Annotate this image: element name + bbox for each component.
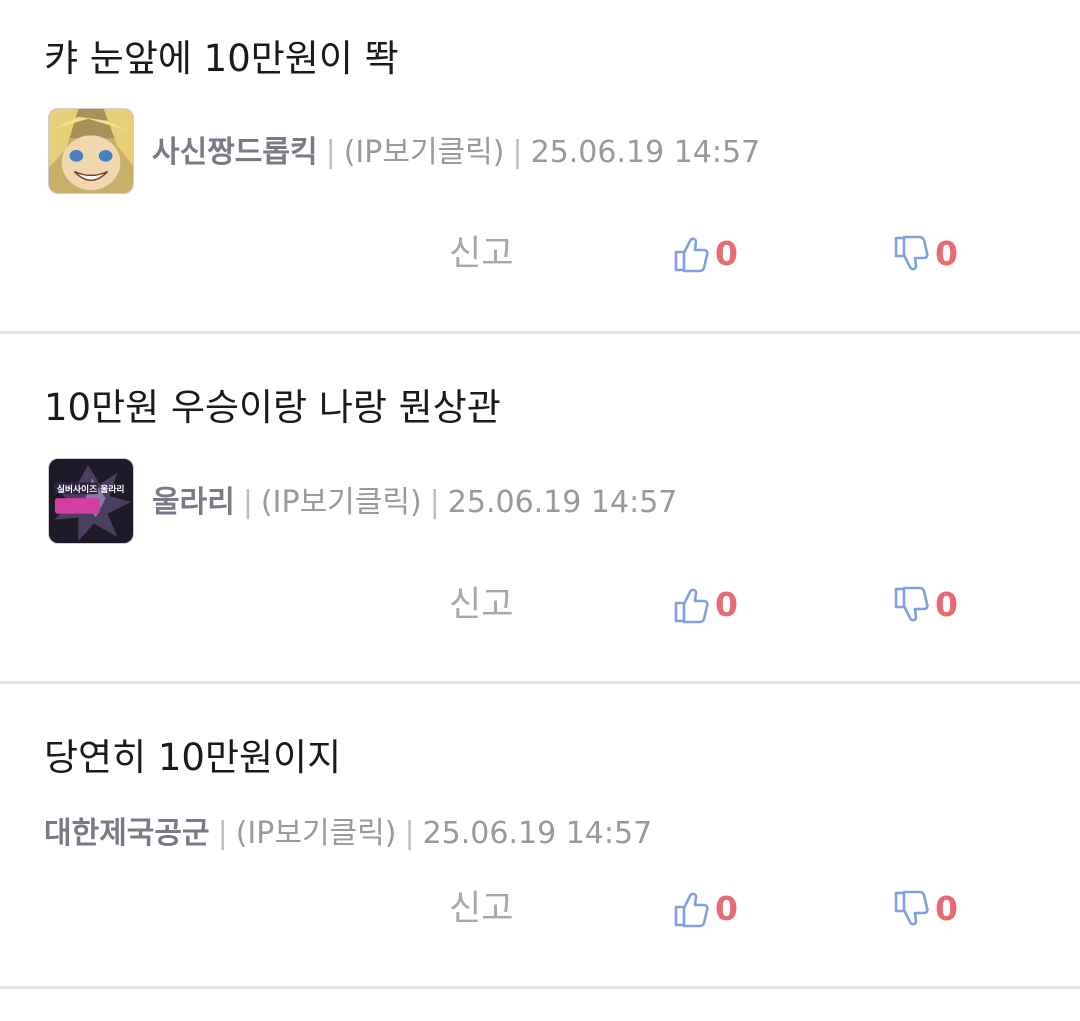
dislike-button[interactable]: 0	[893, 585, 958, 625]
report-button[interactable]: 신고	[449, 232, 513, 276]
like-count: 0	[715, 585, 738, 624]
comment-text: 당연히 10만원이지	[44, 736, 342, 779]
separator: |	[512, 135, 523, 170]
dislike-count: 0	[935, 585, 958, 624]
dislike-button[interactable]: 0	[893, 234, 958, 274]
separator: |	[429, 485, 440, 520]
dislike-count: 0	[935, 234, 958, 273]
comment-meta: 울라리 | (IP보기클릭) | 25.06.19 14:57	[152, 483, 677, 523]
divider	[0, 681, 1080, 684]
divider	[0, 986, 1080, 989]
separator: |	[404, 816, 415, 851]
thumbs-down-icon	[893, 234, 929, 274]
avatar-image	[49, 109, 133, 193]
nickname[interactable]: 사신짱드롭킥	[152, 135, 318, 170]
ip-link[interactable]: (IP보기클릭)	[344, 135, 505, 170]
ip-link[interactable]: (IP보기클릭)	[236, 816, 397, 851]
like-button[interactable]: 0	[673, 889, 738, 929]
separator: |	[242, 485, 253, 520]
thumbs-down-icon	[893, 889, 929, 929]
nickname[interactable]: 대한제국공군	[44, 816, 210, 851]
ip-link[interactable]: (IP보기클릭)	[261, 485, 422, 520]
avatar-image: 실버사이즈 울라리	[49, 459, 133, 543]
timestamp: 25.06.19 14:57	[530, 135, 761, 170]
avatar-text: 실버사이즈 울라리	[57, 483, 125, 495]
comment-meta: 사신짱드롭킥 | (IP보기클릭) | 25.06.19 14:57	[152, 133, 760, 173]
like-count: 0	[715, 889, 738, 928]
like-button[interactable]: 0	[673, 234, 738, 274]
like-button[interactable]: 0	[673, 585, 738, 625]
avatar[interactable]	[48, 108, 134, 194]
timestamp: 25.06.19 14:57	[422, 816, 653, 851]
comment-list: 캬 눈앞에 10만원이 똭 사신짱드롭킥 | (IP보기클릭) | 25.06.19 1…	[0, 0, 1080, 1021]
separator: |	[325, 135, 336, 170]
divider	[0, 331, 1080, 334]
thumbs-up-icon	[673, 585, 709, 625]
comment-text: 10만원 우승이랑 나랑 뭔상관	[44, 386, 501, 429]
dislike-button[interactable]: 0	[893, 889, 958, 929]
timestamp: 25.06.19 14:57	[447, 485, 678, 520]
thumbs-up-icon	[673, 234, 709, 274]
comment-text: 캬 눈앞에 10만원이 똭	[44, 37, 399, 80]
avatar[interactable]: 실버사이즈 울라리	[48, 458, 134, 544]
separator: |	[217, 816, 228, 851]
thumbs-down-icon	[893, 585, 929, 625]
like-count: 0	[715, 234, 738, 273]
thumbs-up-icon	[673, 889, 709, 929]
nickname[interactable]: 울라리	[152, 485, 235, 520]
comment-meta: 대한제국공군 | (IP보기클릭) | 25.06.19 14:57	[44, 814, 652, 854]
dislike-count: 0	[935, 889, 958, 928]
report-button[interactable]: 신고	[449, 887, 513, 931]
report-button[interactable]: 신고	[449, 583, 513, 627]
